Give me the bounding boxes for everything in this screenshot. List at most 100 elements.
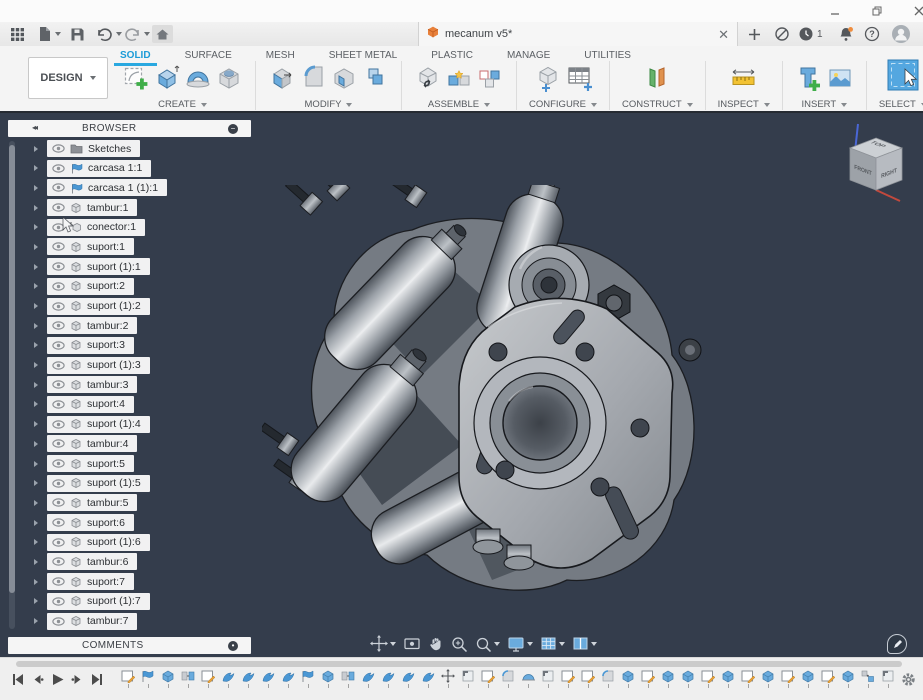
orbit-tool-button[interactable] — [368, 634, 398, 653]
ribbon-group-label-configure[interactable]: CONFIGURE — [529, 99, 597, 110]
undo-button[interactable] — [96, 25, 122, 43]
timeline-feature-jointb[interactable] — [218, 669, 238, 688]
expand-caret-icon[interactable] — [34, 303, 38, 309]
browser-item-tambur-1[interactable]: tambur:1 — [47, 199, 138, 217]
browser-item-tambur-5[interactable]: tambur:5 — [47, 494, 138, 512]
timeline-feature-align[interactable] — [858, 669, 878, 688]
timeline-feature-extrude[interactable] — [678, 669, 698, 688]
visibility-eye-icon[interactable] — [52, 321, 65, 330]
timeline-step-back-button[interactable] — [30, 672, 45, 692]
browser-item-suport-1-6[interactable]: suport (1):6 — [47, 533, 150, 551]
construction-plane-icon[interactable] — [642, 64, 672, 97]
ribbon-group-label-construct[interactable]: CONSTRUCT — [622, 99, 693, 110]
browser-item-tambur-3[interactable]: tambur:3 — [47, 376, 138, 394]
expand-caret-icon[interactable] — [34, 381, 38, 388]
viewport-canvas[interactable]: TOP FRONT RIGHT ◂◂ BROWSER − Sketches car… — [0, 113, 923, 657]
expand-caret-icon[interactable] — [34, 598, 38, 605]
ribbon-group-label-assemble[interactable]: ASSEMBLE — [414, 99, 504, 110]
browser-item-tambur-6[interactable]: tambur:6 — [47, 553, 138, 571]
timeline-step-forward-button[interactable] — [70, 672, 85, 692]
browser-item-suport-5[interactable]: suport:5 — [47, 455, 134, 472]
expand-caret-icon[interactable] — [34, 263, 38, 270]
visibility-eye-icon[interactable] — [52, 282, 65, 291]
fillet-icon[interactable] — [299, 64, 327, 97]
hole-icon[interactable] — [215, 64, 243, 97]
timeline-scrollbar[interactable] — [16, 661, 902, 667]
browser-item-suport-1-4[interactable]: suport (1):4 — [47, 415, 150, 433]
expand-caret-icon[interactable] — [34, 578, 38, 585]
browser-item-tambur-7[interactable]: tambur:7 — [47, 612, 138, 630]
expand-caret-icon[interactable] — [34, 283, 38, 290]
document-tab[interactable]: mecanum v5* ✕ — [418, 22, 738, 46]
timeline-feature-jointb[interactable] — [258, 669, 278, 688]
visibility-eye-icon[interactable] — [52, 577, 65, 586]
visibility-eye-icon[interactable] — [52, 242, 65, 252]
joint-icon[interactable] — [445, 64, 473, 97]
timeline-feature-sketch[interactable] — [778, 669, 798, 688]
combine-icon[interactable] — [361, 64, 389, 97]
timeline-feature-derive[interactable] — [138, 669, 158, 688]
visibility-eye-icon[interactable] — [52, 203, 65, 212]
expand-caret-icon[interactable] — [34, 322, 38, 329]
insert-derive-icon[interactable] — [795, 64, 823, 97]
browser-item-suport-1-3[interactable]: suport (1):3 — [47, 356, 150, 374]
timeline-feature-extrude[interactable] — [658, 669, 678, 688]
restore-button[interactable] — [860, 2, 894, 20]
timeline-feature-extrude[interactable] — [318, 669, 338, 688]
timeline-feature-fillet[interactable] — [498, 669, 518, 688]
create-sketch-icon[interactable] — [122, 64, 150, 97]
timeline-feature-extrude[interactable] — [758, 669, 778, 688]
expand-caret-icon[interactable] — [34, 184, 38, 191]
timeline-feature-jointb[interactable] — [418, 669, 438, 688]
timeline-feature-derive[interactable] — [298, 669, 318, 688]
extrude-icon[interactable] — [153, 64, 181, 97]
browser-item-suport-3[interactable]: suport:3 — [47, 336, 134, 354]
timeline-feature-revolve[interactable] — [518, 669, 538, 688]
visibility-eye-icon[interactable] — [52, 400, 65, 409]
visibility-eye-icon[interactable] — [52, 478, 65, 488]
new-tab-button[interactable] — [748, 25, 761, 43]
tab-close-icon[interactable]: ✕ — [718, 28, 729, 41]
save-button[interactable] — [70, 25, 85, 43]
timeline-feature-sketch[interactable] — [478, 669, 498, 688]
timeline-feature-plane[interactable] — [538, 669, 558, 688]
file-menu-button[interactable] — [36, 25, 61, 43]
viewports-tool-button[interactable] — [570, 635, 599, 652]
expand-caret-icon[interactable] — [34, 362, 38, 369]
timeline-feature-extrude[interactable] — [838, 669, 858, 688]
timeline-feature-sketch[interactable] — [638, 669, 658, 688]
visibility-eye-icon[interactable] — [52, 341, 65, 350]
visibility-eye-icon[interactable] — [52, 439, 65, 449]
visibility-eye-icon[interactable] — [52, 459, 65, 468]
new-component-icon[interactable] — [414, 64, 442, 97]
help-icon[interactable]: ? — [864, 25, 880, 43]
timeline-options-gear-icon[interactable] — [901, 672, 916, 692]
timeline-feature-plane[interactable] — [878, 669, 898, 688]
ribbon-group-label-insert[interactable]: INSERT — [795, 99, 854, 110]
user-avatar-icon[interactable] — [892, 25, 910, 43]
timeline-feature-sketch[interactable] — [738, 669, 758, 688]
timeline-feature-sketch[interactable] — [198, 669, 218, 688]
expand-caret-icon[interactable] — [34, 480, 38, 487]
fit-tool-button[interactable] — [473, 635, 502, 653]
browser-item-carcasa-1-1-1[interactable]: carcasa 1 (1):1 — [47, 179, 168, 197]
ribbon-group-label-create[interactable]: CREATE — [122, 99, 243, 110]
timeline-feature-jointb[interactable] — [378, 669, 398, 688]
expand-caret-icon[interactable] — [34, 145, 38, 152]
comments-panel-header[interactable]: COMMENTS • — [8, 637, 251, 654]
browser-item-suport-1-1[interactable]: suport (1):1 — [47, 258, 150, 276]
comments-expand-icon[interactable]: • — [228, 640, 238, 651]
notifications-icon[interactable] — [838, 25, 854, 43]
press-pull-icon[interactable] — [268, 64, 296, 97]
look-at-tool-button[interactable] — [401, 635, 423, 652]
visibility-eye-icon[interactable] — [52, 380, 65, 389]
browser-item-suport-1-2[interactable]: suport (1):2 — [47, 297, 150, 315]
close-button[interactable] — [902, 2, 923, 20]
browser-panel-header[interactable]: ◂◂ BROWSER − — [8, 120, 251, 137]
visibility-eye-icon[interactable] — [52, 360, 65, 370]
expand-caret-icon[interactable] — [34, 499, 38, 506]
timeline-feature-jointb[interactable] — [398, 669, 418, 688]
timeline-feature-sketch[interactable] — [698, 669, 718, 688]
measure-icon[interactable] — [729, 64, 759, 97]
revolve-icon[interactable] — [184, 64, 212, 97]
